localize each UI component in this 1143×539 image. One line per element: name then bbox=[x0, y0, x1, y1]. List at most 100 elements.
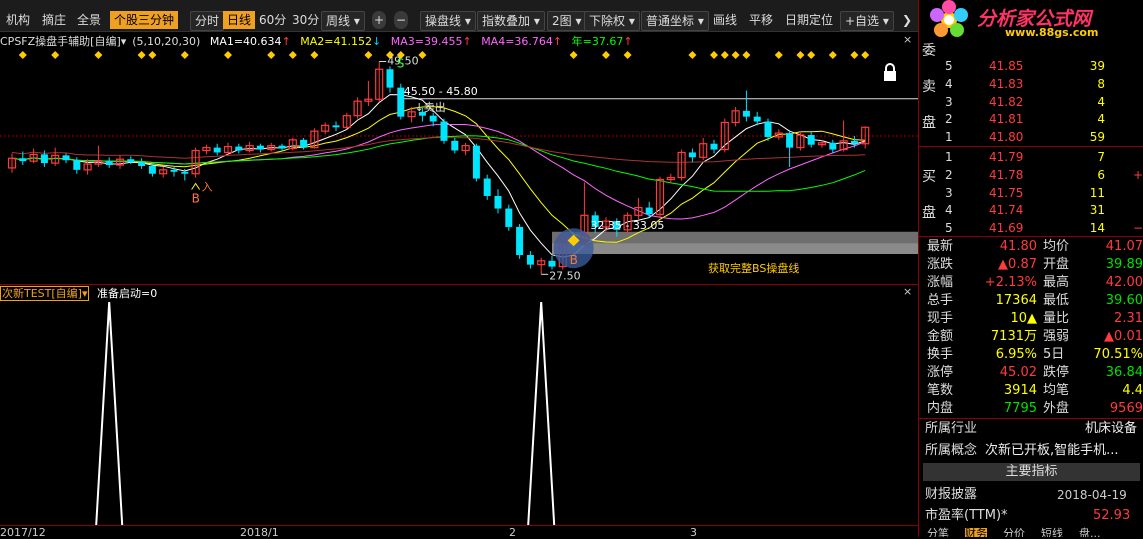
collapse-panel-icon[interactable]: ❯ bbox=[898, 11, 916, 29]
stat-value: 2.31 bbox=[1114, 311, 1143, 326]
bid-volume: 11 bbox=[1089, 185, 1105, 200]
concept-value[interactable]: 次新已开板,智能手机... bbox=[985, 442, 1119, 460]
tab-quanjing[interactable]: 全景 bbox=[73, 11, 105, 29]
draw-line-button[interactable]: 画线 bbox=[709, 11, 741, 29]
stat-label: 涨停 bbox=[927, 365, 954, 380]
stat-label: 涨跌 bbox=[927, 257, 954, 272]
bid-row[interactable]: 5 41.69 14 −1 bbox=[919, 220, 1143, 237]
buy-label-left: 入 bbox=[202, 180, 213, 193]
ask-price: 41.85 bbox=[989, 59, 1024, 73]
stat-label: 换手 bbox=[927, 347, 954, 362]
stat-row: 换手 6.95% 5日 70.51% bbox=[919, 346, 1143, 364]
bid-row[interactable]: 1 41.79 7 bbox=[919, 149, 1143, 166]
signal-diamond bbox=[807, 51, 816, 59]
candle-body bbox=[278, 145, 286, 149]
bottom-tab[interactable]: 分价 bbox=[1003, 528, 1025, 538]
bottom-tab[interactable]: 分笔 bbox=[927, 528, 949, 538]
stat-label: 笔数 bbox=[927, 383, 954, 398]
stat-label: 现手 bbox=[927, 311, 954, 326]
signal-diamond bbox=[742, 51, 751, 59]
x-axis: 2017/12 2018/1 2 3 bbox=[0, 525, 918, 539]
signal-diamond bbox=[710, 51, 718, 59]
candle-body bbox=[753, 116, 761, 122]
candle-body bbox=[127, 159, 135, 163]
period-30min[interactable]: 30分 bbox=[288, 11, 323, 29]
candle-body bbox=[73, 160, 81, 170]
stat-row: 现手 10▲ 量比 2.31 bbox=[919, 310, 1143, 328]
ask-volume: 4 bbox=[1097, 94, 1105, 109]
signal-diamond bbox=[94, 51, 103, 59]
ask-row[interactable]: 1 41.80 59 bbox=[919, 129, 1143, 146]
candle-body bbox=[829, 142, 837, 150]
period-daily[interactable]: 日线 bbox=[223, 11, 256, 29]
x-tick: 2 bbox=[509, 526, 516, 539]
stat-value: 41.80 bbox=[999, 239, 1037, 254]
main-indicators-button[interactable]: 主要指标 bbox=[923, 463, 1140, 481]
sub-indicator-name[interactable]: 次新TEST[自编]▾ bbox=[0, 286, 90, 301]
index-overlay-dropdown[interactable]: 指数叠加 ▾ bbox=[477, 11, 545, 31]
ask-row[interactable]: 2 41.81 4 bbox=[919, 111, 1143, 128]
stat-label: 涨幅 bbox=[927, 275, 954, 290]
exright-dropdown[interactable]: 下除权 ▾ bbox=[584, 11, 640, 31]
stat-value: 41.07 bbox=[1105, 239, 1143, 254]
ask-price: 41.82 bbox=[989, 94, 1024, 109]
coordinate-dropdown[interactable]: 普通坐标 ▾ bbox=[641, 11, 709, 31]
stat-label: 均笔 bbox=[1043, 383, 1070, 398]
stat-row: 涨停 45.02 跌停 36.84 bbox=[919, 364, 1143, 382]
stat-label: 外盘 bbox=[1043, 401, 1070, 416]
ask-price: 41.80 bbox=[989, 130, 1024, 145]
tab-zhuangzhuang[interactable]: 摘庄 bbox=[38, 11, 70, 29]
wei-label: 委 bbox=[922, 43, 936, 59]
ask-row[interactable]: 4 41.83 8 bbox=[919, 76, 1143, 93]
bottom-tab[interactable]: 盘... bbox=[1079, 528, 1101, 538]
candle-body bbox=[483, 178, 491, 196]
period-60min[interactable]: 60分 bbox=[255, 11, 290, 29]
period-timeshare[interactable]: 分时 bbox=[190, 11, 225, 31]
stat-label: 内盘 bbox=[927, 401, 954, 416]
bottom-tab[interactable]: 财务 bbox=[965, 528, 987, 537]
caopanxian-dropdown[interactable]: 操盘线 ▾ bbox=[420, 11, 476, 31]
bottom-tabs: 分笔 财务 分价 短线 盘... bbox=[919, 528, 1143, 537]
stat-value: ▲0.87 bbox=[998, 257, 1037, 272]
tab-jigou[interactable]: 机构 bbox=[2, 11, 34, 29]
candle-body bbox=[710, 143, 718, 150]
ask-row[interactable]: 5 41.85 39 bbox=[919, 58, 1143, 75]
industry-value[interactable]: 机床设备 bbox=[1085, 420, 1137, 438]
period-weekly-dropdown[interactable]: 周线 ▾ bbox=[321, 11, 365, 31]
ask-level: 1 bbox=[945, 130, 953, 145]
add-watchlist-dropdown[interactable]: +自选 ▾ bbox=[840, 11, 894, 31]
date-locate-button[interactable]: 日期定位 bbox=[781, 11, 837, 29]
buy-arrow bbox=[191, 182, 201, 190]
bid-row[interactable]: 4 41.74 31 bbox=[919, 202, 1143, 219]
bs-line-text: 获取完整BS操盘线 bbox=[708, 261, 799, 275]
two-chart-dropdown[interactable]: 2图 ▾ bbox=[547, 11, 587, 31]
ask-volume: 59 bbox=[1089, 130, 1105, 145]
pan-button[interactable]: 平移 bbox=[745, 11, 777, 29]
ask-volume: 4 bbox=[1097, 112, 1105, 127]
bid-row[interactable]: 3 41.75 11 bbox=[919, 185, 1143, 202]
candle-body bbox=[850, 140, 858, 144]
stat-value: 7795 bbox=[1003, 401, 1037, 416]
zoom-out-button[interactable]: − bbox=[394, 11, 408, 29]
ask-level: 4 bbox=[945, 76, 953, 91]
stat-label: 最低 bbox=[1043, 293, 1070, 308]
candle-body bbox=[40, 154, 48, 164]
bottom-tab[interactable]: 短线 bbox=[1041, 528, 1063, 538]
bid-row[interactable]: 2 41.78 6 + bbox=[919, 167, 1143, 184]
signal-diamond bbox=[796, 51, 805, 59]
candlestick-chart[interactable]: 49.5027.5045.50 - 45.80↓卖出S获取完整BS操盘线32.3… bbox=[0, 47, 918, 284]
sub-close-icon[interactable]: × bbox=[903, 285, 912, 298]
zoom-in-button[interactable]: + bbox=[372, 11, 386, 29]
stat-value: 4.4 bbox=[1122, 383, 1143, 398]
stat-row: 笔数 3914 均笔 4.4 bbox=[919, 382, 1143, 400]
x-tick: 2017/12 bbox=[0, 526, 46, 539]
stat-row: 金额 7131万 强弱 ▲0.01 bbox=[919, 328, 1143, 346]
chart-close-icon[interactable]: × bbox=[903, 33, 912, 46]
bs-band-inner bbox=[552, 243, 918, 255]
candle-body bbox=[505, 208, 513, 227]
candle-body bbox=[645, 207, 653, 215]
tab-three-minute[interactable]: 个股三分钟 bbox=[110, 11, 179, 29]
signal-diamond bbox=[850, 51, 859, 59]
signal-diamond bbox=[623, 51, 632, 59]
ask-row[interactable]: 3 41.82 4 bbox=[919, 94, 1143, 111]
